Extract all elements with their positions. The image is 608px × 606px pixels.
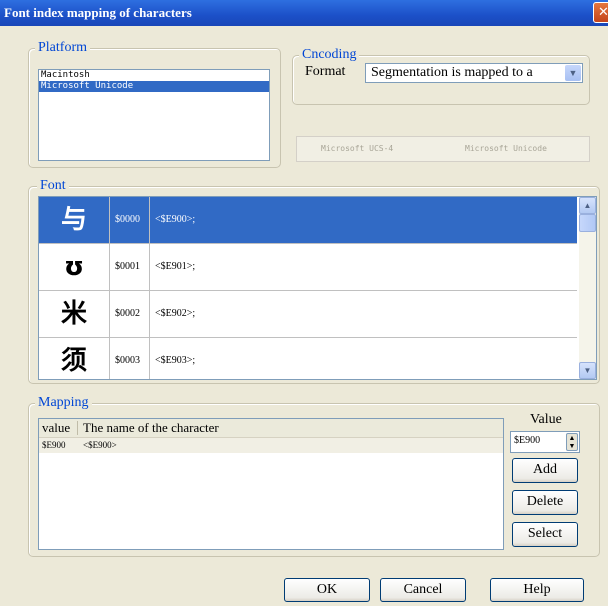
encoding-disabled-pane: Microsoft UCS-4 Microsoft Unicode <box>296 136 590 162</box>
close-icon[interactable]: ✕ <box>593 2 608 23</box>
mapping-header: value The name of the character <box>39 419 503 438</box>
font-scrollbar[interactable]: ▲ ▼ <box>579 197 596 379</box>
platform-group: Platform Macintosh Microsoft Unicode <box>28 40 281 168</box>
stepper-arrows-icon[interactable]: ▲ ▼ <box>566 433 578 451</box>
code-cell: $0000 <box>109 197 149 243</box>
font-row[interactable]: 与 $0000 <$E900>; <box>39 197 577 244</box>
encoding-group: Cncoding Format Segmentation is mapped t… <box>292 47 590 105</box>
code-cell: $0003 <box>109 338 149 379</box>
dialog-footer: OK Cancel Help <box>0 568 608 606</box>
help-button[interactable]: Help <box>490 578 584 602</box>
platform-item-macintosh[interactable]: Macintosh <box>39 70 269 81</box>
value-input[interactable]: $E900 <box>514 435 540 446</box>
glyph-cell: 米 <box>60 299 87 329</box>
platform-item-microsoft-unicode[interactable]: Microsoft Unicode <box>39 81 269 92</box>
font-row[interactable]: 须 $0003 <$E903>; <box>39 338 577 379</box>
name-cell: <$E902>; <box>149 291 577 337</box>
mapping-group: Mapping value The name of the character … <box>28 395 600 557</box>
code-cell: $0001 <box>109 244 149 290</box>
name-cell: <$E903>; <box>149 338 577 379</box>
font-row[interactable]: 米 $0002 <$E902>; <box>39 291 577 338</box>
name-cell: <$E901>; <box>149 244 577 290</box>
platform-legend: Platform <box>35 40 90 56</box>
font-row[interactable]: ʊ $0001 <$E901>; <box>39 244 577 291</box>
encoding-legend: Cncoding <box>299 47 360 63</box>
delete-button[interactable]: Delete <box>512 490 578 515</box>
select-button[interactable]: Select <box>512 522 578 547</box>
name-cell: <$E900>; <box>149 197 577 243</box>
code-cell: $0002 <box>109 291 149 337</box>
scroll-down-icon[interactable]: ▼ <box>579 362 596 379</box>
column-header-name[interactable]: The name of the character <box>83 420 219 436</box>
cancel-button[interactable]: Cancel <box>380 578 466 602</box>
mapping-value-cell: $E900 <box>42 440 66 450</box>
table-row[interactable]: $E900 <$E900> <box>39 438 503 453</box>
glyph-cell: 须 <box>60 346 87 376</box>
ok-button[interactable]: OK <box>284 578 370 602</box>
glyph-cell: ʊ <box>63 252 85 282</box>
format-value: Segmentation is mapped to a <box>371 65 533 80</box>
add-button[interactable]: Add <box>512 458 578 483</box>
value-label: Value <box>530 412 562 427</box>
column-header-value[interactable]: value <box>42 420 70 436</box>
platform-listbox[interactable]: Macintosh Microsoft Unicode <box>38 69 270 161</box>
chevron-down-icon[interactable]: ▼ <box>565 65 581 81</box>
window-title: Font index mapping of characters <box>4 5 192 20</box>
font-table[interactable]: 与 $0000 <$E900>; ʊ $0001 <$E901>; 米 $000… <box>38 196 597 380</box>
scroll-thumb[interactable] <box>579 214 596 232</box>
title-bar: Font index mapping of characters ✕ <box>0 0 608 26</box>
format-label: Format <box>305 64 346 79</box>
value-stepper[interactable]: $E900 ▲ ▼ <box>510 431 580 453</box>
mapping-name-cell: <$E900> <box>83 440 117 450</box>
scroll-up-icon[interactable]: ▲ <box>579 197 596 214</box>
format-dropdown[interactable]: Segmentation is mapped to a ▼ <box>365 63 583 83</box>
header-divider <box>77 421 78 435</box>
font-legend: Font <box>37 178 69 194</box>
glyph-cell: 与 <box>60 205 87 235</box>
disabled-item-unicode: Microsoft Unicode <box>465 144 547 153</box>
font-group: Font 与 $0000 <$E900>; ʊ $0001 <$E901>; 米… <box>28 178 600 384</box>
mapping-table[interactable]: value The name of the character $E900 <$… <box>38 418 504 550</box>
disabled-item-ucs4: Microsoft UCS-4 <box>321 144 394 153</box>
mapping-legend: Mapping <box>35 395 92 411</box>
